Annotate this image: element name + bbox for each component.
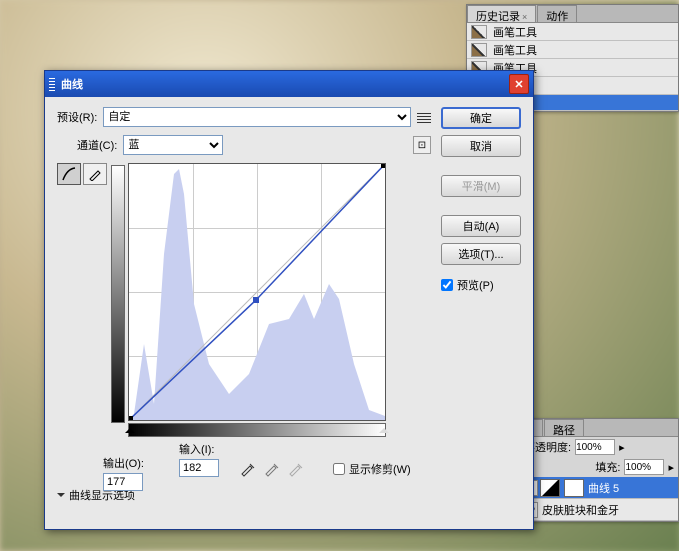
cancel-button[interactable]: 取消 — [441, 135, 521, 157]
preview-checkbox[interactable] — [441, 279, 453, 291]
curves-dialog: 曲线 ✕ 预设(R): 自定 通道(C): 蓝 ⊡ — [44, 70, 534, 530]
chevron-icon[interactable]: ▸ — [668, 461, 674, 474]
show-clipping-label: 显示修剪(W) — [349, 461, 411, 477]
curves-canvas[interactable] — [128, 163, 386, 421]
history-item[interactable]: 画笔工具 — [467, 41, 678, 59]
layers-palette: ▸ 路径 不透明度: ▸ 填充: ▸ 👁 曲线 5 👁 皮肤脏块和金牙 — [519, 418, 679, 522]
channel-label: 通道(C): — [77, 137, 117, 153]
layer-row[interactable]: 👁 曲线 5 — [520, 477, 678, 499]
ok-button[interactable]: 确定 — [441, 107, 521, 129]
close-icon[interactable]: × — [522, 12, 527, 22]
options-button[interactable]: 选项(T)... — [441, 243, 521, 265]
smooth-button: 平滑(M) — [441, 175, 521, 197]
layer-name: 曲线 5 — [588, 480, 619, 496]
dialog-title: 曲线 — [61, 76, 83, 92]
white-point-slider[interactable] — [379, 423, 389, 433]
channel-select[interactable]: 蓝 — [123, 135, 223, 155]
curve-tool-button[interactable] — [57, 163, 81, 185]
input-field[interactable] — [179, 459, 219, 477]
tab-history-label: 历史记录 — [476, 11, 520, 23]
save-preset-button[interactable]: ⊡ — [413, 136, 431, 154]
chevron-icon[interactable]: ▸ — [619, 441, 625, 454]
layer-row[interactable]: 👁 皮肤脏块和金牙 — [520, 499, 678, 521]
close-button[interactable]: ✕ — [509, 74, 529, 94]
brush-icon — [471, 25, 487, 39]
titlebar[interactable]: 曲线 ✕ — [45, 71, 533, 97]
tab-actions-label: 动作 — [546, 11, 568, 23]
tab-actions[interactable]: 动作 — [537, 5, 577, 22]
tab-paths-label: 路径 — [553, 425, 575, 437]
input-gradient[interactable] — [128, 423, 386, 437]
brush-icon — [471, 43, 487, 57]
curve-line — [129, 164, 385, 420]
show-clipping-row[interactable]: 显示修剪(W) — [333, 461, 411, 477]
fill-input[interactable] — [624, 459, 664, 475]
preview-row[interactable]: 预览(P) — [441, 277, 521, 293]
tab-history[interactable]: 历史记录× — [467, 5, 536, 22]
grip-icon — [49, 77, 55, 91]
curve-point[interactable] — [253, 297, 259, 303]
output-field[interactable] — [103, 473, 143, 491]
eyedropper-black-icon[interactable] — [239, 459, 257, 477]
preview-label: 预览(P) — [457, 277, 494, 293]
pencil-tool-button[interactable] — [83, 163, 107, 185]
output-gradient — [111, 165, 125, 423]
layer-name: 皮肤脏块和金牙 — [542, 502, 619, 518]
layer-thumb-icon — [540, 479, 560, 497]
tab-paths[interactable]: 路径 — [544, 419, 584, 436]
history-item[interactable]: 画笔工具 — [467, 23, 678, 41]
eyedropper-white-icon[interactable] — [287, 459, 305, 477]
output-label: 输出(O): — [103, 455, 144, 471]
fill-label: 填充: — [595, 459, 620, 475]
preset-menu-icon[interactable] — [417, 111, 431, 123]
eyedropper-gray-icon[interactable] — [263, 459, 281, 477]
triangle-down-icon — [57, 493, 65, 501]
layer-mask-icon — [564, 479, 584, 497]
opacity-input[interactable] — [575, 439, 615, 455]
input-label: 输入(I): — [179, 441, 214, 457]
preset-label: 预设(R): — [57, 109, 97, 125]
preset-select[interactable]: 自定 — [103, 107, 411, 127]
history-label: 画笔工具 — [493, 24, 537, 40]
black-point-slider[interactable] — [125, 423, 135, 433]
history-label: 画笔工具 — [493, 42, 537, 58]
auto-button[interactable]: 自动(A) — [441, 215, 521, 237]
show-clipping-checkbox[interactable] — [333, 463, 345, 475]
